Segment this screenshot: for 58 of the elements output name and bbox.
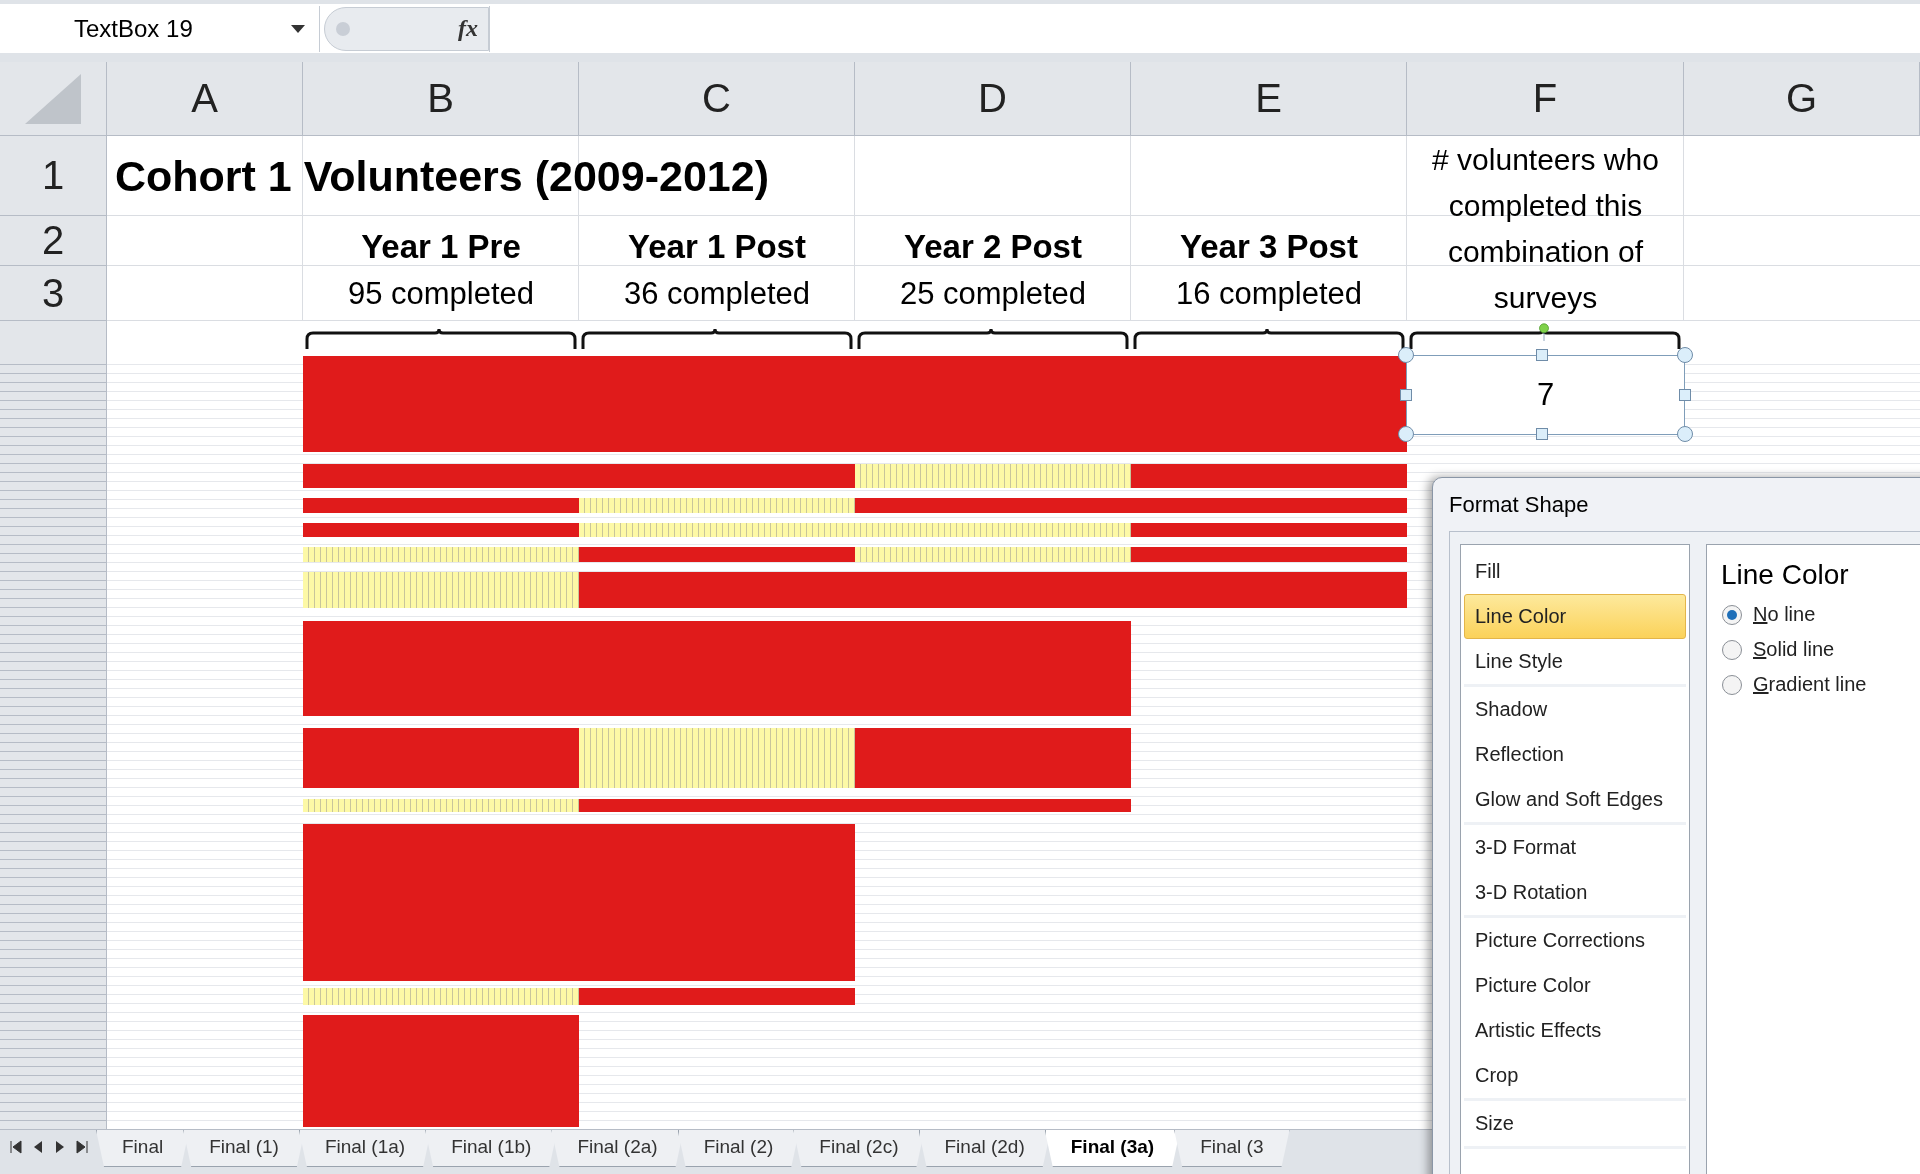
- survey-heading: Year 1 Post: [627, 228, 807, 266]
- survey-heading: Year 3 Post: [1179, 228, 1359, 266]
- next-sheet-icon[interactable]: [54, 1140, 66, 1154]
- dialog-title: Format Shape: [1448, 491, 1590, 519]
- resize-handle[interactable]: [1536, 428, 1548, 440]
- category-item[interactable]: Glow and Soft Edges: [1464, 777, 1686, 822]
- category-item[interactable]: Size: [1464, 1101, 1686, 1146]
- category-item[interactable]: Artistic Effects: [1464, 1008, 1686, 1053]
- resize-handle[interactable]: [1398, 347, 1414, 363]
- dropdown-caret-icon[interactable]: [291, 24, 305, 33]
- column-header[interactable]: B: [303, 62, 579, 135]
- category-item[interactable]: Line Style: [1464, 639, 1686, 684]
- first-sheet-icon[interactable]: [10, 1140, 22, 1154]
- survey-count: 36 completed: [622, 275, 812, 312]
- insert-function-button[interactable]: fx: [458, 15, 478, 42]
- column-header[interactable]: D: [855, 62, 1131, 135]
- radio-option[interactable]: Solid line: [1721, 638, 1835, 661]
- category-item[interactable]: Line Color: [1464, 594, 1686, 639]
- row-header[interactable]: 3: [0, 266, 107, 321]
- category-item[interactable]: Reflection: [1464, 732, 1686, 777]
- name-box-text: TextBox 19: [74, 14, 193, 43]
- sheet-tab[interactable]: Final (3: [1174, 1130, 1290, 1167]
- category-item[interactable]: Crop: [1464, 1053, 1686, 1098]
- survey-heading: Year 1 Pre: [360, 228, 522, 266]
- radio-option[interactable]: Gradient line: [1721, 673, 1867, 696]
- sheet-title: Cohort 1 Volunteers (2009-2012): [114, 151, 770, 201]
- previous-sheet-icon[interactable]: [32, 1140, 44, 1154]
- resize-handle[interactable]: [1400, 389, 1412, 401]
- column-heading: # volunteers who completed this combination of surveys: [1431, 141, 1660, 316]
- radio-option[interactable]: No line: [1721, 603, 1816, 626]
- column-header[interactable]: A: [107, 62, 303, 135]
- resize-handle[interactable]: [1536, 349, 1548, 361]
- survey-count: 25 completed: [898, 275, 1088, 312]
- grip-icon: [335, 20, 351, 37]
- column-header[interactable]: F: [1407, 62, 1684, 135]
- column-header[interactable]: G: [1684, 62, 1920, 135]
- text-box[interactable]: 7: [1406, 355, 1685, 435]
- radio-icon[interactable]: [1721, 638, 1743, 661]
- row-header[interactable]: 1: [0, 136, 107, 216]
- radio-icon[interactable]: [1721, 603, 1743, 626]
- text-box-value: 7: [1536, 377, 1555, 413]
- last-sheet-icon[interactable]: [76, 1140, 88, 1154]
- category-item[interactable]: 3-D Rotation: [1464, 870, 1686, 915]
- resize-handle[interactable]: [1679, 389, 1691, 401]
- survey-count: 95 completed: [346, 275, 536, 312]
- column-header[interactable]: E: [1131, 62, 1407, 135]
- section-heading: Line Color: [1721, 559, 1850, 591]
- category-item[interactable]: Fill: [1464, 549, 1686, 594]
- category-item[interactable]: 3-D Format: [1464, 825, 1686, 870]
- category-item[interactable]: Picture Corrections: [1464, 918, 1686, 963]
- category-item[interactable]: Picture Color: [1464, 963, 1686, 1008]
- category-item[interactable]: Shadow: [1464, 687, 1686, 732]
- resize-handle[interactable]: [1677, 347, 1693, 363]
- survey-heading: Year 2 Post: [903, 228, 1083, 266]
- survey-count: 16 completed: [1174, 275, 1364, 312]
- row-header[interactable]: 2: [0, 216, 107, 266]
- radio-icon[interactable]: [1721, 673, 1743, 696]
- column-header[interactable]: C: [579, 62, 855, 135]
